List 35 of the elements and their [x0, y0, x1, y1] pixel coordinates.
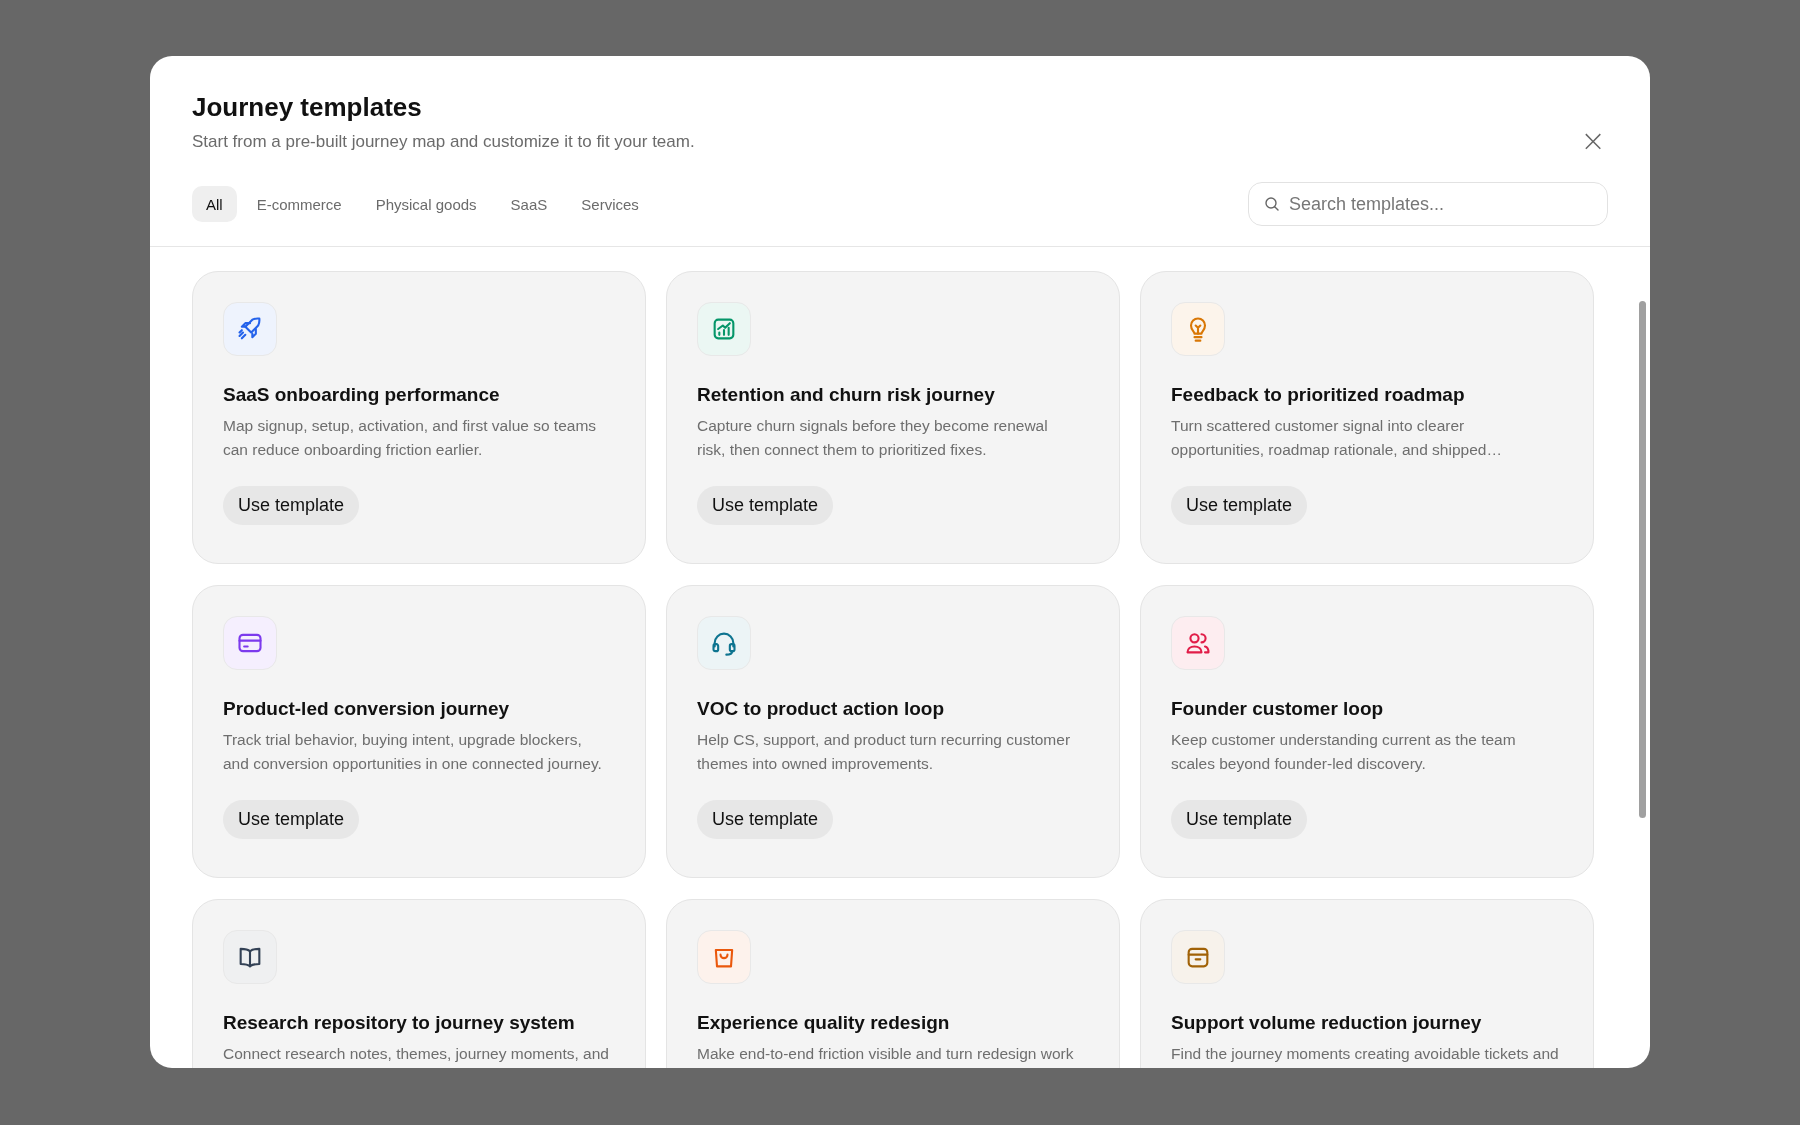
use-template-button[interactable]: Use template	[1171, 800, 1308, 839]
template-title: Feedback to prioritized roadmap	[1171, 384, 1466, 406]
template-description: Turn scattered customer signal into clearer opportunities, roadmap rationale, and shipped…	[1171, 416, 1503, 460]
dialog-subtitle: Start from a pre-built journey map and customize it to fit your team.	[192, 132, 695, 152]
scrollbar-thumb[interactable]	[1639, 301, 1646, 818]
filter-tab[interactable]: Physical goods	[361, 186, 491, 222]
template-title: Support volume reduction journey	[1171, 1012, 1483, 1034]
use-template-button[interactable]: Use template	[223, 800, 360, 839]
template-title: Founder customer loop	[1171, 698, 1385, 720]
template-description: Make end-to-end friction visible and turn redesign work	[697, 1044, 1074, 1064]
template-title: SaaS onboarding performance	[223, 384, 501, 406]
use-template-button[interactable]: Use template	[697, 800, 834, 839]
template-title: VOC to product action loop	[697, 698, 945, 720]
search-field[interactable]: Search templates...	[1248, 182, 1608, 226]
template-description: Connect research notes, themes, journey moments, and	[223, 1044, 609, 1064]
close-button[interactable]: ×	[1576, 124, 1610, 158]
template-description: Track trial behavior, buying intent, upgrade blockers, and conversion opportunities in one connected journey.	[223, 730, 603, 774]
use-template-button[interactable]: Use template	[1171, 486, 1308, 525]
dialog-title: Journey templates	[192, 91, 423, 124]
template-description: Capture churn signals before they become renewal risk, then connect them to prioritized fixes.	[697, 416, 1049, 460]
template-description: Keep customer understanding current as the team scales beyond founder-led discovery.	[1171, 730, 1517, 774]
template-title: Retention and churn risk journey	[697, 384, 996, 406]
use-template-button[interactable]: Use template	[697, 486, 834, 525]
filter-tab[interactable]: Services	[567, 186, 653, 222]
use-template-button[interactable]: Use template	[223, 486, 360, 525]
template-title: Experience quality redesign	[697, 1012, 951, 1034]
search-icon	[1264, 196, 1280, 212]
template-description: Find the journey moments creating avoidable tickets and	[1171, 1044, 1559, 1064]
template-description: Map signup, setup, activation, and first value so teams can reduce onboarding friction earlier.	[223, 416, 598, 460]
filter-tab[interactable]: E-commerce	[242, 186, 356, 222]
filter-tab[interactable]: All	[192, 186, 237, 222]
filter-tab[interactable]: SaaS	[496, 186, 562, 222]
template-title: Product-led conversion journey	[223, 698, 511, 720]
template-description: Help CS, support, and product turn recurring customer themes into owned improvements.	[697, 730, 1072, 774]
template-title: Research repository to journey system	[223, 1012, 576, 1034]
